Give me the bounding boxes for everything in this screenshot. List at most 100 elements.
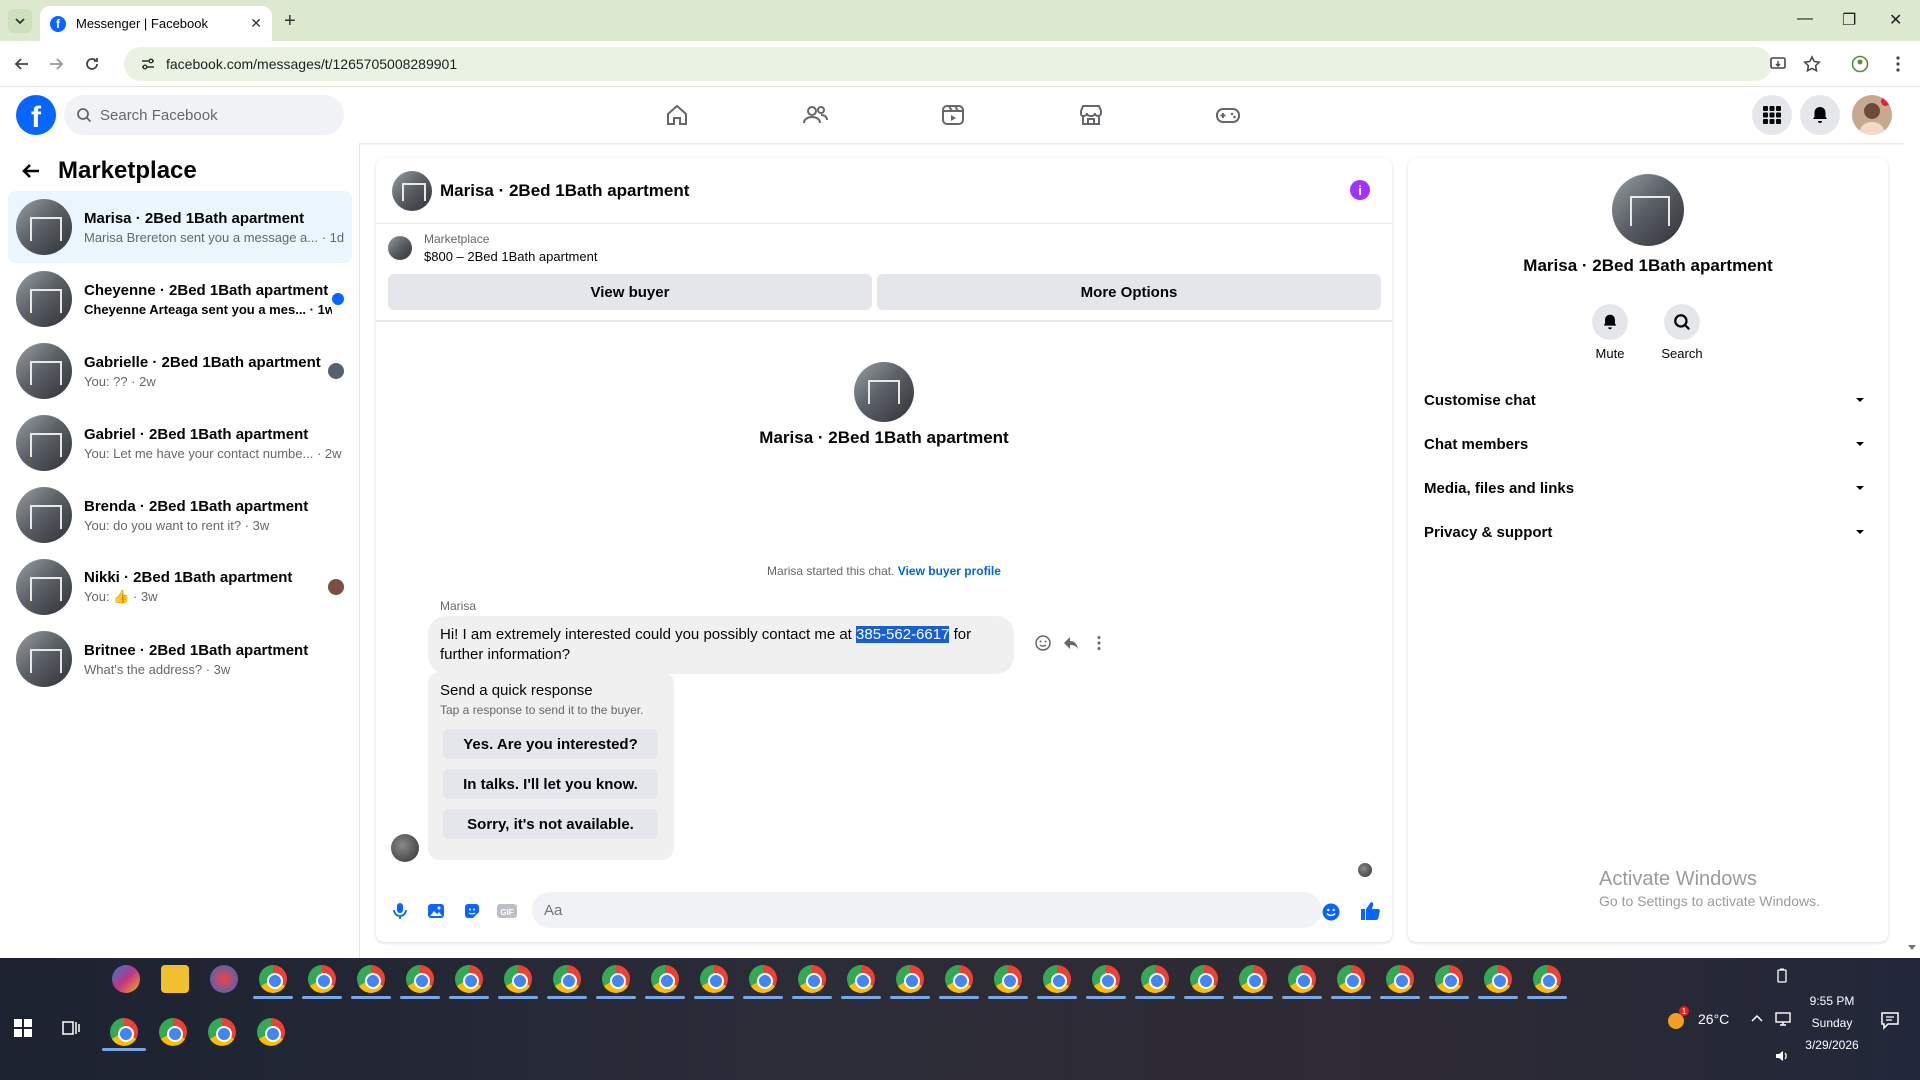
chrome-taskbar-icon[interactable] (308, 965, 336, 993)
chrome-taskbar-icon[interactable] (553, 965, 581, 993)
chrome-taskbar-icon[interactable] (896, 965, 924, 993)
video-icon[interactable] (939, 101, 967, 129)
forward-arrow-icon[interactable] (46, 54, 66, 74)
chrome-taskbar-icon[interactable] (504, 965, 532, 993)
sticker-icon[interactable] (462, 901, 482, 921)
chrome-taskbar-icon[interactable] (1533, 965, 1561, 993)
chrome-taskbar-icon[interactable] (208, 1018, 236, 1046)
chrome-taskbar-icon[interactable] (110, 1018, 138, 1046)
conversation-item[interactable]: Marisa · 2Bed 1Bath apartment Marisa Brer… (8, 191, 352, 263)
close-tab-icon[interactable]: ✕ (250, 15, 262, 32)
back-arrow-icon[interactable] (12, 54, 32, 74)
task-view-icon[interactable] (62, 1019, 80, 1037)
conversation-item[interactable]: Nikki · 2Bed 1Bath apartment You: 👍 · 3w (8, 551, 352, 623)
media-files-links-section[interactable]: Media, files and links (1424, 466, 1872, 510)
info-icon[interactable]: i (1350, 180, 1370, 200)
chrome-taskbar-icon[interactable] (259, 965, 287, 993)
chat-members-section[interactable]: Chat members (1424, 422, 1872, 466)
reply-icon[interactable] (1062, 634, 1080, 652)
listing-summary[interactable]: Marketplace $800 – 2Bed 1Bath apartment (388, 232, 597, 264)
copilot-taskbar-icon[interactable] (112, 965, 140, 993)
gif-icon[interactable]: GIF (496, 901, 518, 921)
install-app-icon[interactable] (1768, 54, 1788, 74)
browser-tab[interactable]: f Messenger | Facebook ✕ (40, 6, 272, 41)
chrome-taskbar-icon[interactable] (1141, 965, 1169, 993)
windows-start-icon[interactable] (14, 1019, 32, 1037)
file-explorer-taskbar-icon[interactable] (161, 965, 189, 993)
browser-menu-icon[interactable] (1888, 54, 1908, 74)
notifications-button[interactable] (1800, 95, 1840, 135)
chrome-taskbar-icon[interactable] (651, 965, 679, 993)
conversation-item[interactable]: Gabriel · 2Bed 1Bath apartment You: Let m… (8, 407, 352, 479)
home-icon[interactable] (663, 101, 691, 129)
message-input[interactable] (532, 892, 1322, 928)
customise-chat-section[interactable]: Customise chat (1424, 378, 1872, 422)
chrome-taskbar-icon[interactable] (749, 965, 777, 993)
volume-icon[interactable] (1774, 1048, 1790, 1064)
quick-response-button[interactable]: Yes. Are you interested? (443, 729, 658, 759)
profile-icon[interactable] (1850, 54, 1870, 74)
chrome-taskbar-icon[interactable] (1484, 965, 1512, 993)
chrome-taskbar-icon[interactable] (945, 965, 973, 993)
chrome-taskbar-icon[interactable] (159, 1018, 187, 1046)
marketplace-icon[interactable] (1077, 101, 1105, 129)
chrome-taskbar-icon[interactable] (1337, 965, 1365, 993)
highlighted-phone[interactable]: 385-562-6617 (856, 626, 950, 643)
battery-icon[interactable] (1774, 968, 1790, 984)
message-bubble[interactable]: Hi! I am extremely interested could you … (428, 616, 1014, 674)
react-emoji-icon[interactable] (1034, 634, 1052, 652)
reload-icon[interactable] (82, 54, 102, 74)
network-icon[interactable] (1774, 1010, 1792, 1028)
gaming-icon[interactable] (1214, 101, 1242, 129)
account-avatar[interactable] (1852, 95, 1892, 135)
chrome-taskbar-icon[interactable] (1288, 965, 1316, 993)
chrome-taskbar-icon[interactable] (1239, 965, 1267, 993)
mute-button[interactable]: Mute (1580, 304, 1640, 361)
chrome-taskbar-icon[interactable] (455, 965, 483, 993)
weather-widget[interactable]: 1 26°C (1664, 1006, 1729, 1032)
friends-icon[interactable] (801, 101, 829, 129)
photo-icon[interactable] (426, 901, 446, 921)
emoji-icon[interactable] (1322, 903, 1340, 921)
privacy-support-section[interactable]: Privacy & support (1424, 510, 1872, 554)
chrome-taskbar-icon[interactable] (847, 965, 875, 993)
close-window-icon[interactable]: ✕ (1889, 10, 1902, 30)
view-buyer-button[interactable]: View buyer (388, 274, 872, 310)
chrome-taskbar-icon[interactable] (357, 965, 385, 993)
microphone-icon[interactable] (390, 901, 410, 921)
facebook-search-input[interactable]: Search Facebook (64, 95, 344, 135)
minimize-icon[interactable]: — (1797, 10, 1813, 28)
show-hidden-icons-chevron-icon[interactable] (1750, 1012, 1764, 1026)
quick-response-button[interactable]: Sorry, it's not available. (443, 809, 658, 839)
app-taskbar-icon[interactable] (210, 965, 238, 993)
address-bar[interactable]: facebook.com/messages/t/1265705008289901 (124, 47, 1772, 81)
site-settings-icon[interactable] (140, 56, 156, 72)
chat-avatar[interactable] (392, 170, 432, 211)
chrome-taskbar-icon[interactable] (602, 965, 630, 993)
chrome-taskbar-icon[interactable] (1092, 965, 1120, 993)
conversation-item[interactable]: Cheyenne · 2Bed 1Bath apartment Cheyenne … (8, 263, 352, 335)
scroll-down-icon[interactable] (1908, 943, 1916, 951)
chrome-taskbar-icon[interactable] (994, 965, 1022, 993)
clock[interactable]: 9:55 PM Sunday 3/29/2026 (1802, 990, 1862, 1056)
chat-title[interactable]: Marisa · 2Bed 1Bath apartment (440, 181, 689, 201)
chrome-taskbar-icon[interactable] (1386, 965, 1414, 993)
page-scrollbar[interactable] (1904, 143, 1920, 958)
more-actions-icon[interactable] (1090, 634, 1108, 652)
new-tab-button[interactable]: + (284, 10, 296, 33)
chrome-taskbar-icon[interactable] (1435, 965, 1463, 993)
chrome-taskbar-icon[interactable] (257, 1018, 285, 1046)
chrome-taskbar-icon[interactable] (406, 965, 434, 993)
notification-center-icon[interactable] (1880, 1010, 1900, 1030)
back-arrow-icon[interactable] (20, 160, 42, 182)
conversation-item[interactable]: Britnee · 2Bed 1Bath apartment What's the… (8, 623, 352, 695)
bookmark-star-icon[interactable] (1802, 54, 1822, 74)
conversation-item[interactable]: Gabrielle · 2Bed 1Bath apartment You: ?? … (8, 335, 352, 407)
chrome-taskbar-icon[interactable] (700, 965, 728, 993)
tab-search-button[interactable] (8, 9, 32, 33)
restore-icon[interactable]: ❐ (1842, 10, 1856, 30)
chrome-taskbar-icon[interactable] (1190, 965, 1218, 993)
facebook-logo[interactable]: f (16, 95, 56, 135)
more-options-button[interactable]: More Options (877, 274, 1381, 310)
view-buyer-profile-link[interactable]: View buyer profile (898, 564, 1001, 578)
